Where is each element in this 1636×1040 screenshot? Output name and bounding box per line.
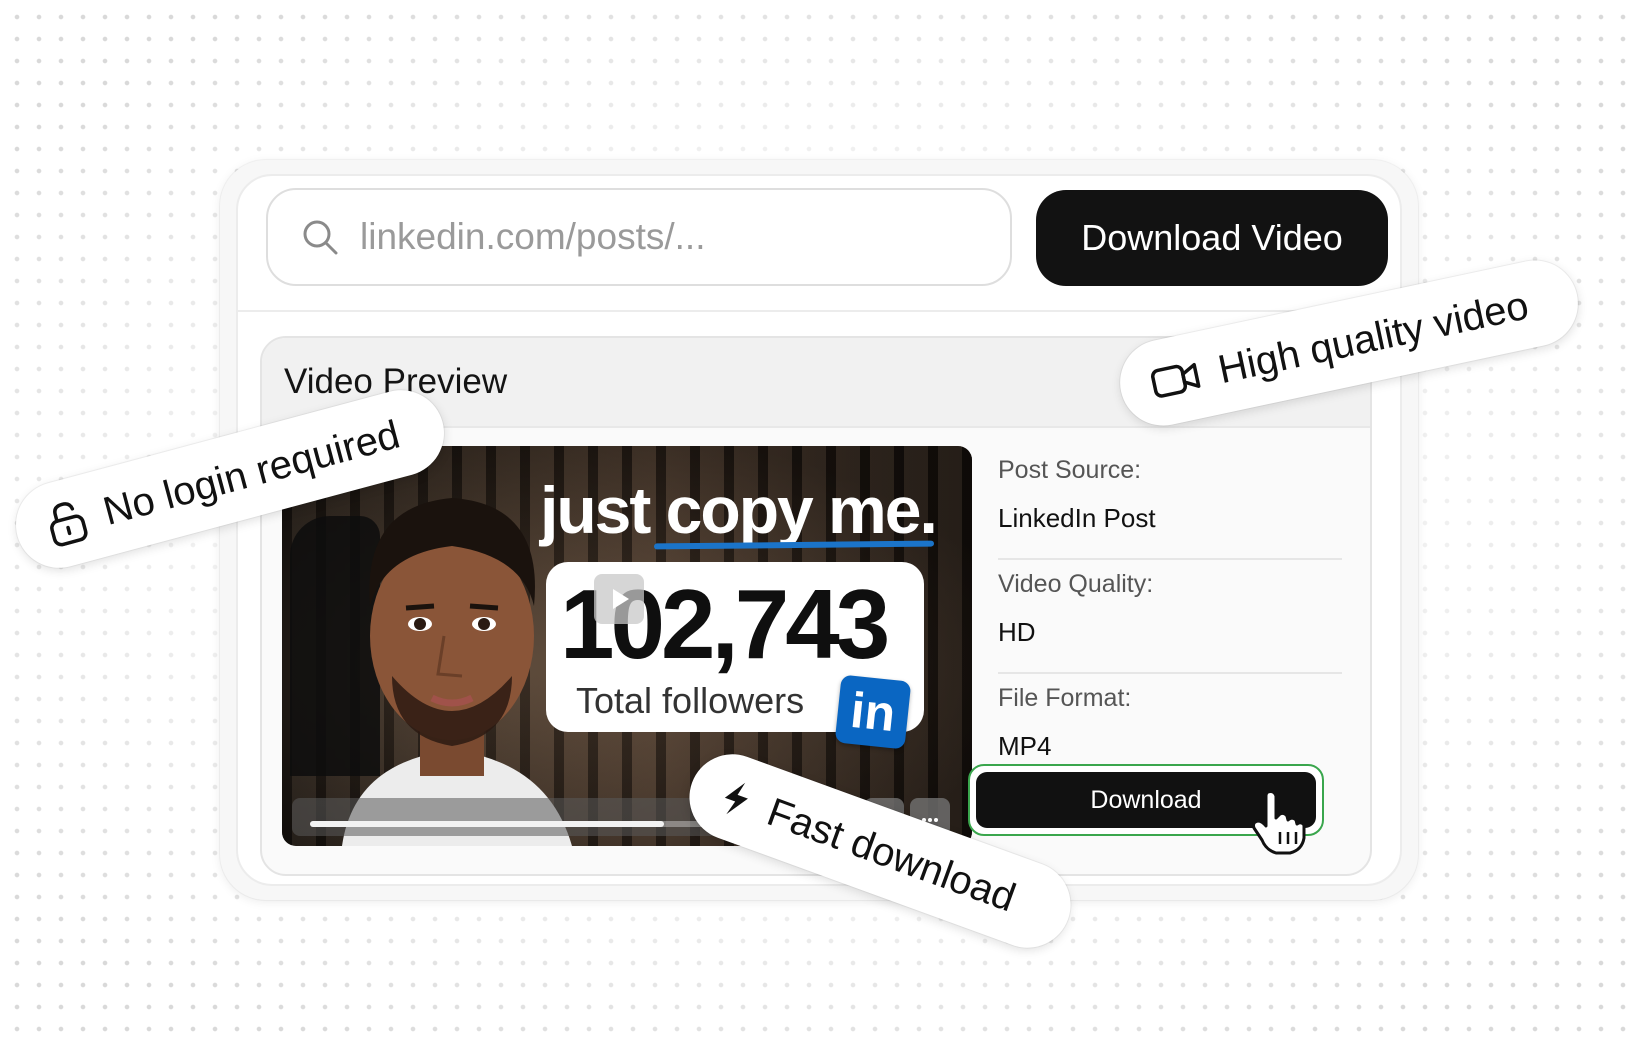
follower-label: Total followers	[576, 680, 805, 721]
url-input[interactable]	[360, 216, 1010, 258]
info-label: Video Quality:	[998, 570, 1154, 598]
info-video-quality: Video Quality: HD	[998, 560, 1342, 674]
info-post-source: Post Source: LinkedIn Post	[998, 446, 1342, 560]
thumbnail-headline: just copy me.	[540, 473, 938, 547]
downloader-card: Download Video Video Preview	[236, 174, 1402, 886]
progress-fill	[310, 821, 664, 827]
video-info: Post Source: LinkedIn Post Video Quality…	[998, 446, 1342, 788]
pointer-hand-icon	[1252, 790, 1306, 855]
info-value: MP4	[998, 731, 1052, 761]
search-bar[interactable]	[266, 188, 1012, 286]
download-video-button[interactable]: Download Video	[1036, 190, 1388, 286]
lightning-icon	[724, 782, 748, 815]
info-value: HD	[998, 617, 1036, 647]
play-icon[interactable]	[594, 574, 644, 624]
video-camera-icon	[1151, 362, 1201, 398]
divider	[238, 310, 1400, 312]
info-label: File Format:	[998, 684, 1132, 712]
info-value: LinkedIn Post	[998, 503, 1156, 533]
linkedin-logo: in	[834, 674, 912, 750]
video-player[interactable]: just copy me. 102,743 Total followers in	[282, 446, 972, 846]
search-icon	[303, 220, 338, 255]
unlock-icon	[50, 502, 88, 547]
info-label: Post Source:	[998, 456, 1142, 484]
